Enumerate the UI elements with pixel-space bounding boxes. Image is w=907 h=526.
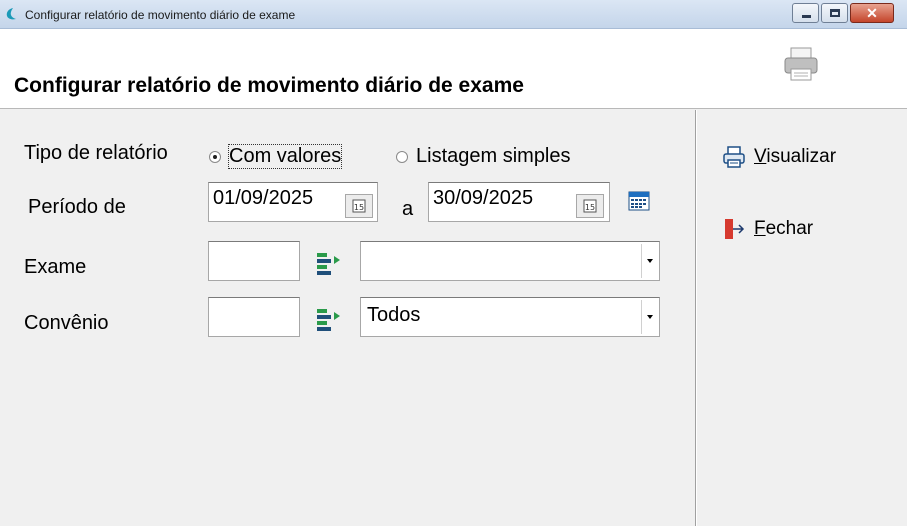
convenio-select-value: Todos bbox=[367, 304, 421, 326]
close-window-button[interactable]: ✕ bbox=[850, 3, 894, 23]
fechar-button[interactable]: Fechar bbox=[722, 216, 813, 242]
lookup-search-icon[interactable] bbox=[316, 306, 342, 332]
exame-select[interactable] bbox=[360, 241, 660, 281]
window-title: Configurar relatório de movimento diário… bbox=[25, 8, 296, 22]
date-separator: a bbox=[402, 198, 414, 220]
exame-code-input[interactable] bbox=[208, 241, 300, 281]
tipo-relatorio-label: Tipo de relatório bbox=[24, 142, 168, 164]
fechar-label: Fechar bbox=[754, 218, 814, 239]
date-to-value: 30/09/2025 bbox=[433, 187, 534, 209]
radio-dot bbox=[396, 150, 408, 163]
minimize-icon bbox=[802, 15, 811, 18]
calendar-range-icon[interactable] bbox=[628, 191, 650, 211]
calendar-icon: 15 bbox=[583, 199, 597, 213]
radio-com-valores-label: Com valores bbox=[227, 144, 343, 169]
page-title: Configurar relatório de movimento diário… bbox=[14, 74, 524, 97]
exit-door-icon bbox=[725, 219, 745, 239]
calendar-icon: 15 bbox=[352, 199, 366, 213]
dialog-header: Configurar relatório de movimento diário… bbox=[0, 29, 907, 109]
radio-com-valores[interactable]: Com valores bbox=[209, 144, 343, 169]
periodo-label: Período de bbox=[28, 196, 126, 218]
printer-icon bbox=[723, 146, 745, 168]
dropdown-arrow-icon[interactable] bbox=[641, 300, 657, 334]
dropdown-arrow-icon[interactable] bbox=[641, 244, 657, 278]
radio-dot-selected bbox=[209, 150, 221, 163]
close-icon: ✕ bbox=[866, 5, 878, 21]
panel-divider-highlight bbox=[696, 110, 697, 526]
svg-text:15: 15 bbox=[585, 203, 595, 212]
visualizar-label: Visualizar bbox=[754, 146, 837, 167]
minimize-button[interactable] bbox=[792, 3, 819, 23]
maximize-button[interactable] bbox=[821, 3, 848, 23]
app-logo-icon bbox=[6, 8, 16, 20]
date-to-picker-button[interactable]: 15 bbox=[576, 194, 604, 218]
exame-label: Exame bbox=[24, 256, 87, 278]
visualizar-button[interactable]: Visualizar bbox=[722, 144, 836, 170]
radio-listagem-simples-label: Listagem simples bbox=[416, 145, 571, 167]
window-titlebar: Configurar relatório de movimento diário… bbox=[0, 0, 907, 29]
date-from-picker-button[interactable]: 15 bbox=[345, 194, 373, 218]
convenio-select[interactable]: Todos bbox=[360, 297, 660, 337]
maximize-icon bbox=[830, 9, 840, 17]
printer-icon bbox=[784, 47, 818, 81]
convenio-code-input[interactable] bbox=[208, 297, 300, 337]
lookup-search-icon[interactable] bbox=[316, 250, 342, 276]
svg-text:15: 15 bbox=[354, 203, 364, 212]
date-from-value: 01/09/2025 bbox=[213, 187, 314, 209]
radio-listagem-simples[interactable]: Listagem simples bbox=[396, 145, 571, 168]
convenio-label: Convênio bbox=[24, 312, 109, 334]
